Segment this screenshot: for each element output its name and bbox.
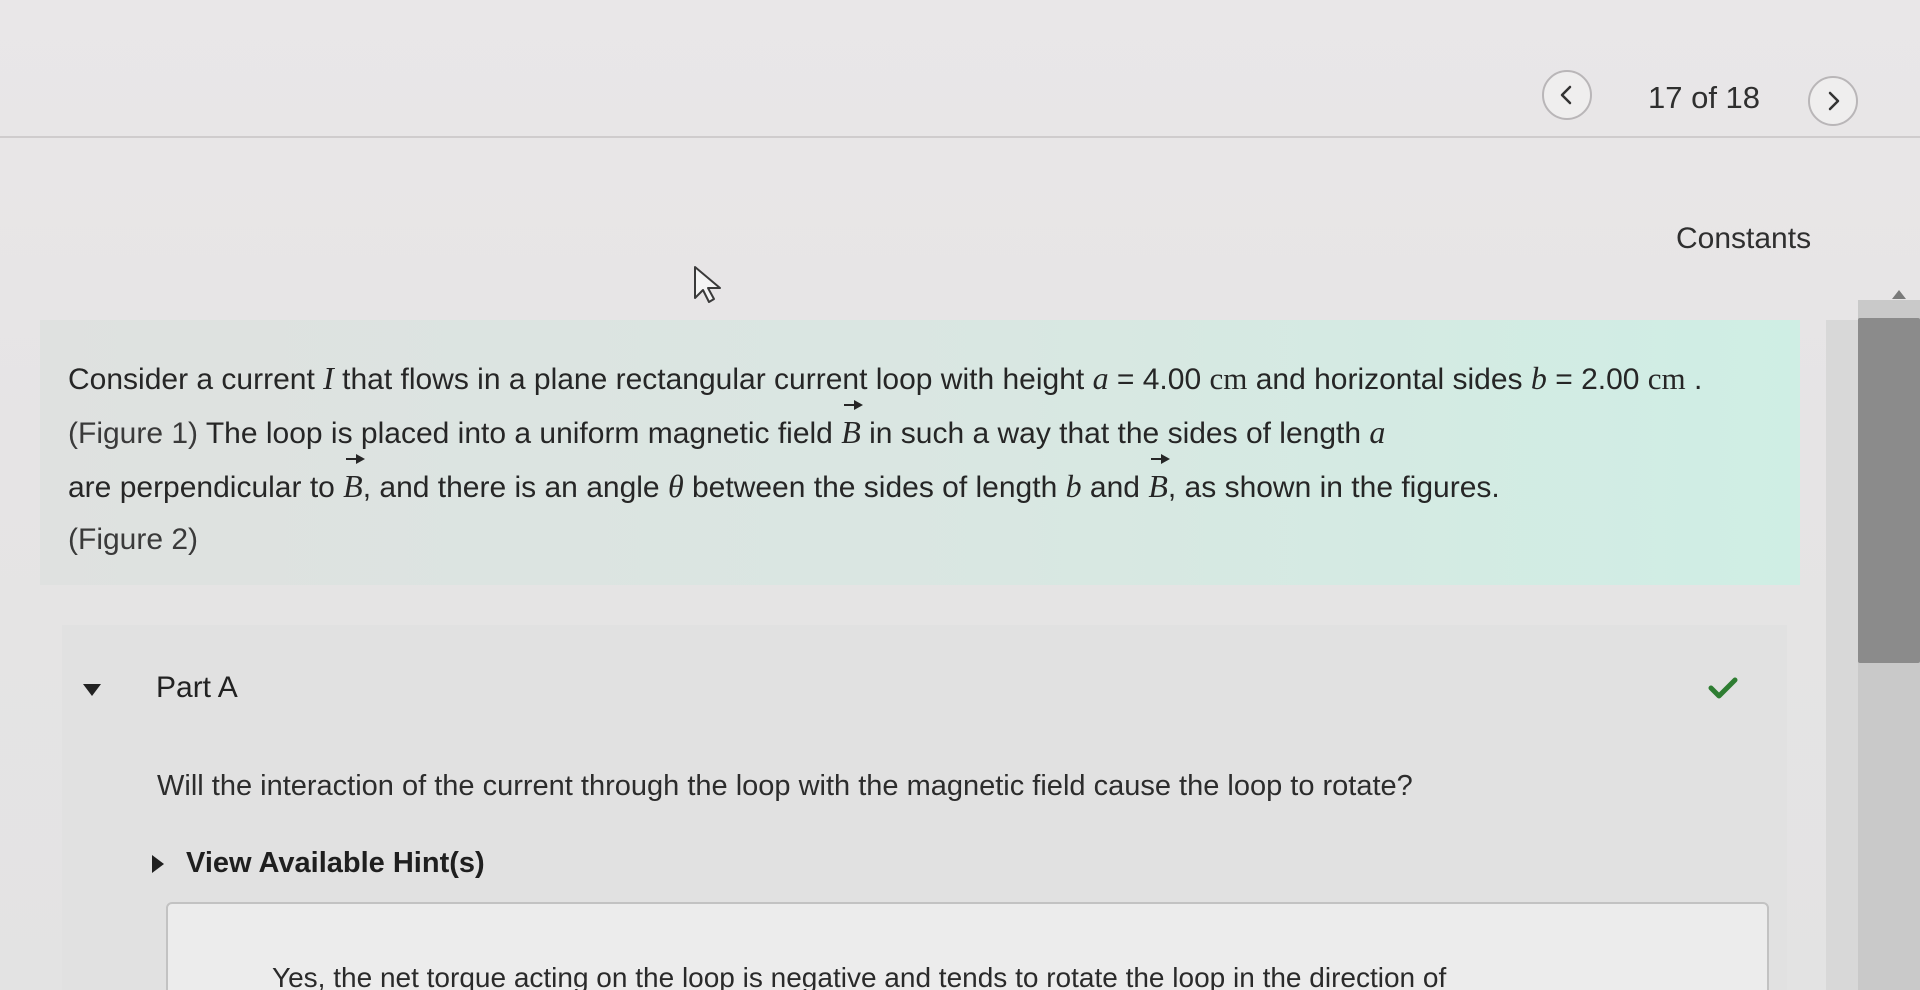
constants-link[interactable]: Constants [1676, 222, 1811, 256]
width-symbol: b [1065, 468, 1082, 504]
next-item-button[interactable] [1808, 76, 1858, 126]
width-value: = 2.00 [1546, 363, 1648, 396]
view-hints-toggle[interactable]: View Available Hint(s) [152, 847, 485, 880]
hint-label: View Available Hint(s) [186, 847, 485, 879]
height-value: = 4.00 [1108, 363, 1210, 396]
mouse-cursor-icon [694, 266, 721, 303]
scrollbar-thumb[interactable] [1858, 318, 1920, 663]
problem-page: 17 of 18 Constants Consider a current I … [0, 0, 1920, 990]
answer-choices-box: Yes, the net torque acting on the loop i… [166, 902, 1769, 990]
current-symbol: I [323, 360, 334, 396]
unit-label: cm [1647, 361, 1686, 396]
header-divider [0, 136, 1920, 138]
answer-option[interactable]: Yes, the net torque acting on the loop i… [272, 962, 1446, 990]
page-edge [1826, 320, 1858, 990]
question-text: Will the interaction of the current thro… [157, 770, 1413, 802]
magnetic-field-vector-symbol: B [841, 400, 863, 458]
problem-introduction: Consider a current I that flows in a pla… [40, 320, 1800, 585]
intro-text: . [1685, 363, 1703, 396]
part-title: Part A [156, 671, 238, 704]
problem-statement: Consider a current I that flows in a pla… [68, 352, 1772, 566]
angle-symbol: θ [667, 468, 684, 504]
intro-text: that flows in a plane rectangular curren… [333, 363, 1093, 396]
chevron-right-icon [1828, 91, 1840, 111]
width-symbol: b [1530, 360, 1547, 396]
figure-1-link[interactable]: (Figure 1) [68, 417, 198, 450]
intro-text: Consider a current [68, 363, 324, 396]
expand-triangle-icon [83, 684, 101, 696]
intro-text: are perpendicular to [68, 471, 344, 504]
scroll-up-arrow-icon[interactable] [1892, 290, 1906, 299]
height-symbol: a [1369, 414, 1386, 450]
intro-text: , and there is an angle [362, 471, 668, 504]
unit-label: cm [1209, 361, 1248, 396]
intro-text: , as shown in the figures. [1167, 471, 1500, 504]
intro-text: and horizontal sides [1247, 363, 1531, 396]
item-counter: 17 of 18 [1648, 80, 1761, 115]
expand-arrow-icon [152, 854, 164, 873]
intro-text: The loop is placed into a uniform magnet… [198, 417, 842, 450]
intro-text: and [1081, 471, 1149, 504]
chevron-left-icon [1560, 85, 1572, 105]
intro-text: between the sides of length [683, 471, 1066, 504]
intro-text: in such a way that the sides of length [860, 417, 1370, 450]
part-a-toggle[interactable]: Part A [62, 625, 1787, 745]
checkmark-icon [1708, 677, 1738, 699]
previous-item-button[interactable] [1542, 70, 1592, 120]
figure-2-link[interactable]: (Figure 2) [68, 523, 198, 556]
part-a-panel: Part A Will the interaction of the curre… [62, 625, 1787, 990]
height-symbol: a [1092, 360, 1109, 396]
magnetic-field-vector-symbol: B [1148, 454, 1170, 512]
magnetic-field-vector-symbol: B [343, 454, 365, 512]
